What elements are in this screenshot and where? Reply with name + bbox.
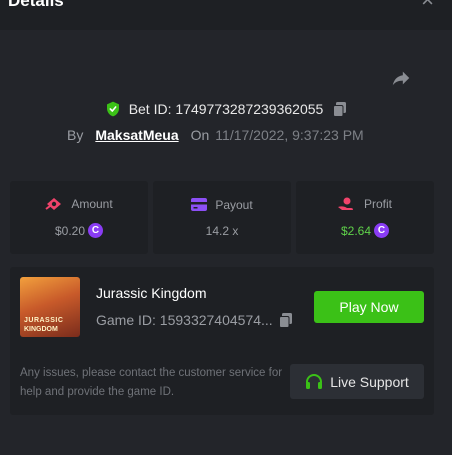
profit-card: Profit $2.64 C: [296, 181, 434, 254]
payout-icon: [191, 198, 208, 211]
game-name: Jurassic Kingdom: [96, 285, 207, 301]
amount-value: $0.20: [54, 223, 86, 238]
bet-id-row: Bet ID: 1749773287239362055: [0, 98, 452, 120]
thumbnail-title-line2: KINGDOM: [24, 326, 58, 333]
details-title: Details: [8, 0, 64, 10]
on-label: On: [190, 127, 210, 143]
copy-icon[interactable]: [333, 101, 347, 117]
username-link[interactable]: MaksatMeua: [95, 127, 178, 143]
bet-byline: By MaksatMeua On 11/17/2022, 9:37:23 PM: [67, 125, 364, 145]
amount-card: Amount $0.20 C: [10, 181, 148, 254]
game-thumbnail[interactable]: JURASSIC KINGDOM: [20, 277, 80, 337]
payout-value: 14.2 x: [205, 223, 239, 238]
profit-icon: [337, 197, 354, 210]
game-card: JURASSIC KINGDOM Jurassic Kingdom Game I…: [10, 267, 434, 415]
bet-id-text: Bet ID: 1749773287239362055: [128, 101, 324, 117]
headset-icon: [306, 374, 323, 389]
payout-card: Payout 14.2 x: [153, 181, 291, 254]
close-icon[interactable]: ×: [421, 0, 434, 13]
bet-stats: Amount $0.20 C Payout 14.2 x Profit $2.6…: [10, 181, 434, 254]
profit-label: Profit: [363, 197, 392, 211]
coin-icon: C: [88, 223, 104, 238]
amount-icon: [45, 198, 62, 210]
copy-icon[interactable]: [278, 312, 293, 328]
bet-datetime: 11/17/2022, 9:37:23 PM: [215, 127, 364, 143]
amount-label: Amount: [71, 197, 113, 211]
payout-label: Payout: [215, 197, 253, 212]
thumbnail-title-line1: JURASSIC: [24, 317, 64, 324]
profit-value: $2.64: [340, 223, 372, 238]
by-label: By: [67, 127, 84, 143]
live-support-button[interactable]: Live Support: [290, 364, 424, 399]
game-id-text: Game ID: 1593327404574...: [96, 312, 273, 328]
support-note: Any issues, please contact the customer …: [20, 367, 283, 398]
details-header: Details ×: [0, 0, 452, 30]
shield-check-icon: [105, 101, 121, 117]
game-id-row: Game ID: 1593327404574...: [96, 312, 293, 328]
share-icon[interactable]: [390, 67, 412, 89]
play-now-button[interactable]: Play Now: [314, 291, 424, 323]
live-support-label: Live Support: [330, 373, 409, 390]
coin-icon: C: [374, 223, 390, 238]
